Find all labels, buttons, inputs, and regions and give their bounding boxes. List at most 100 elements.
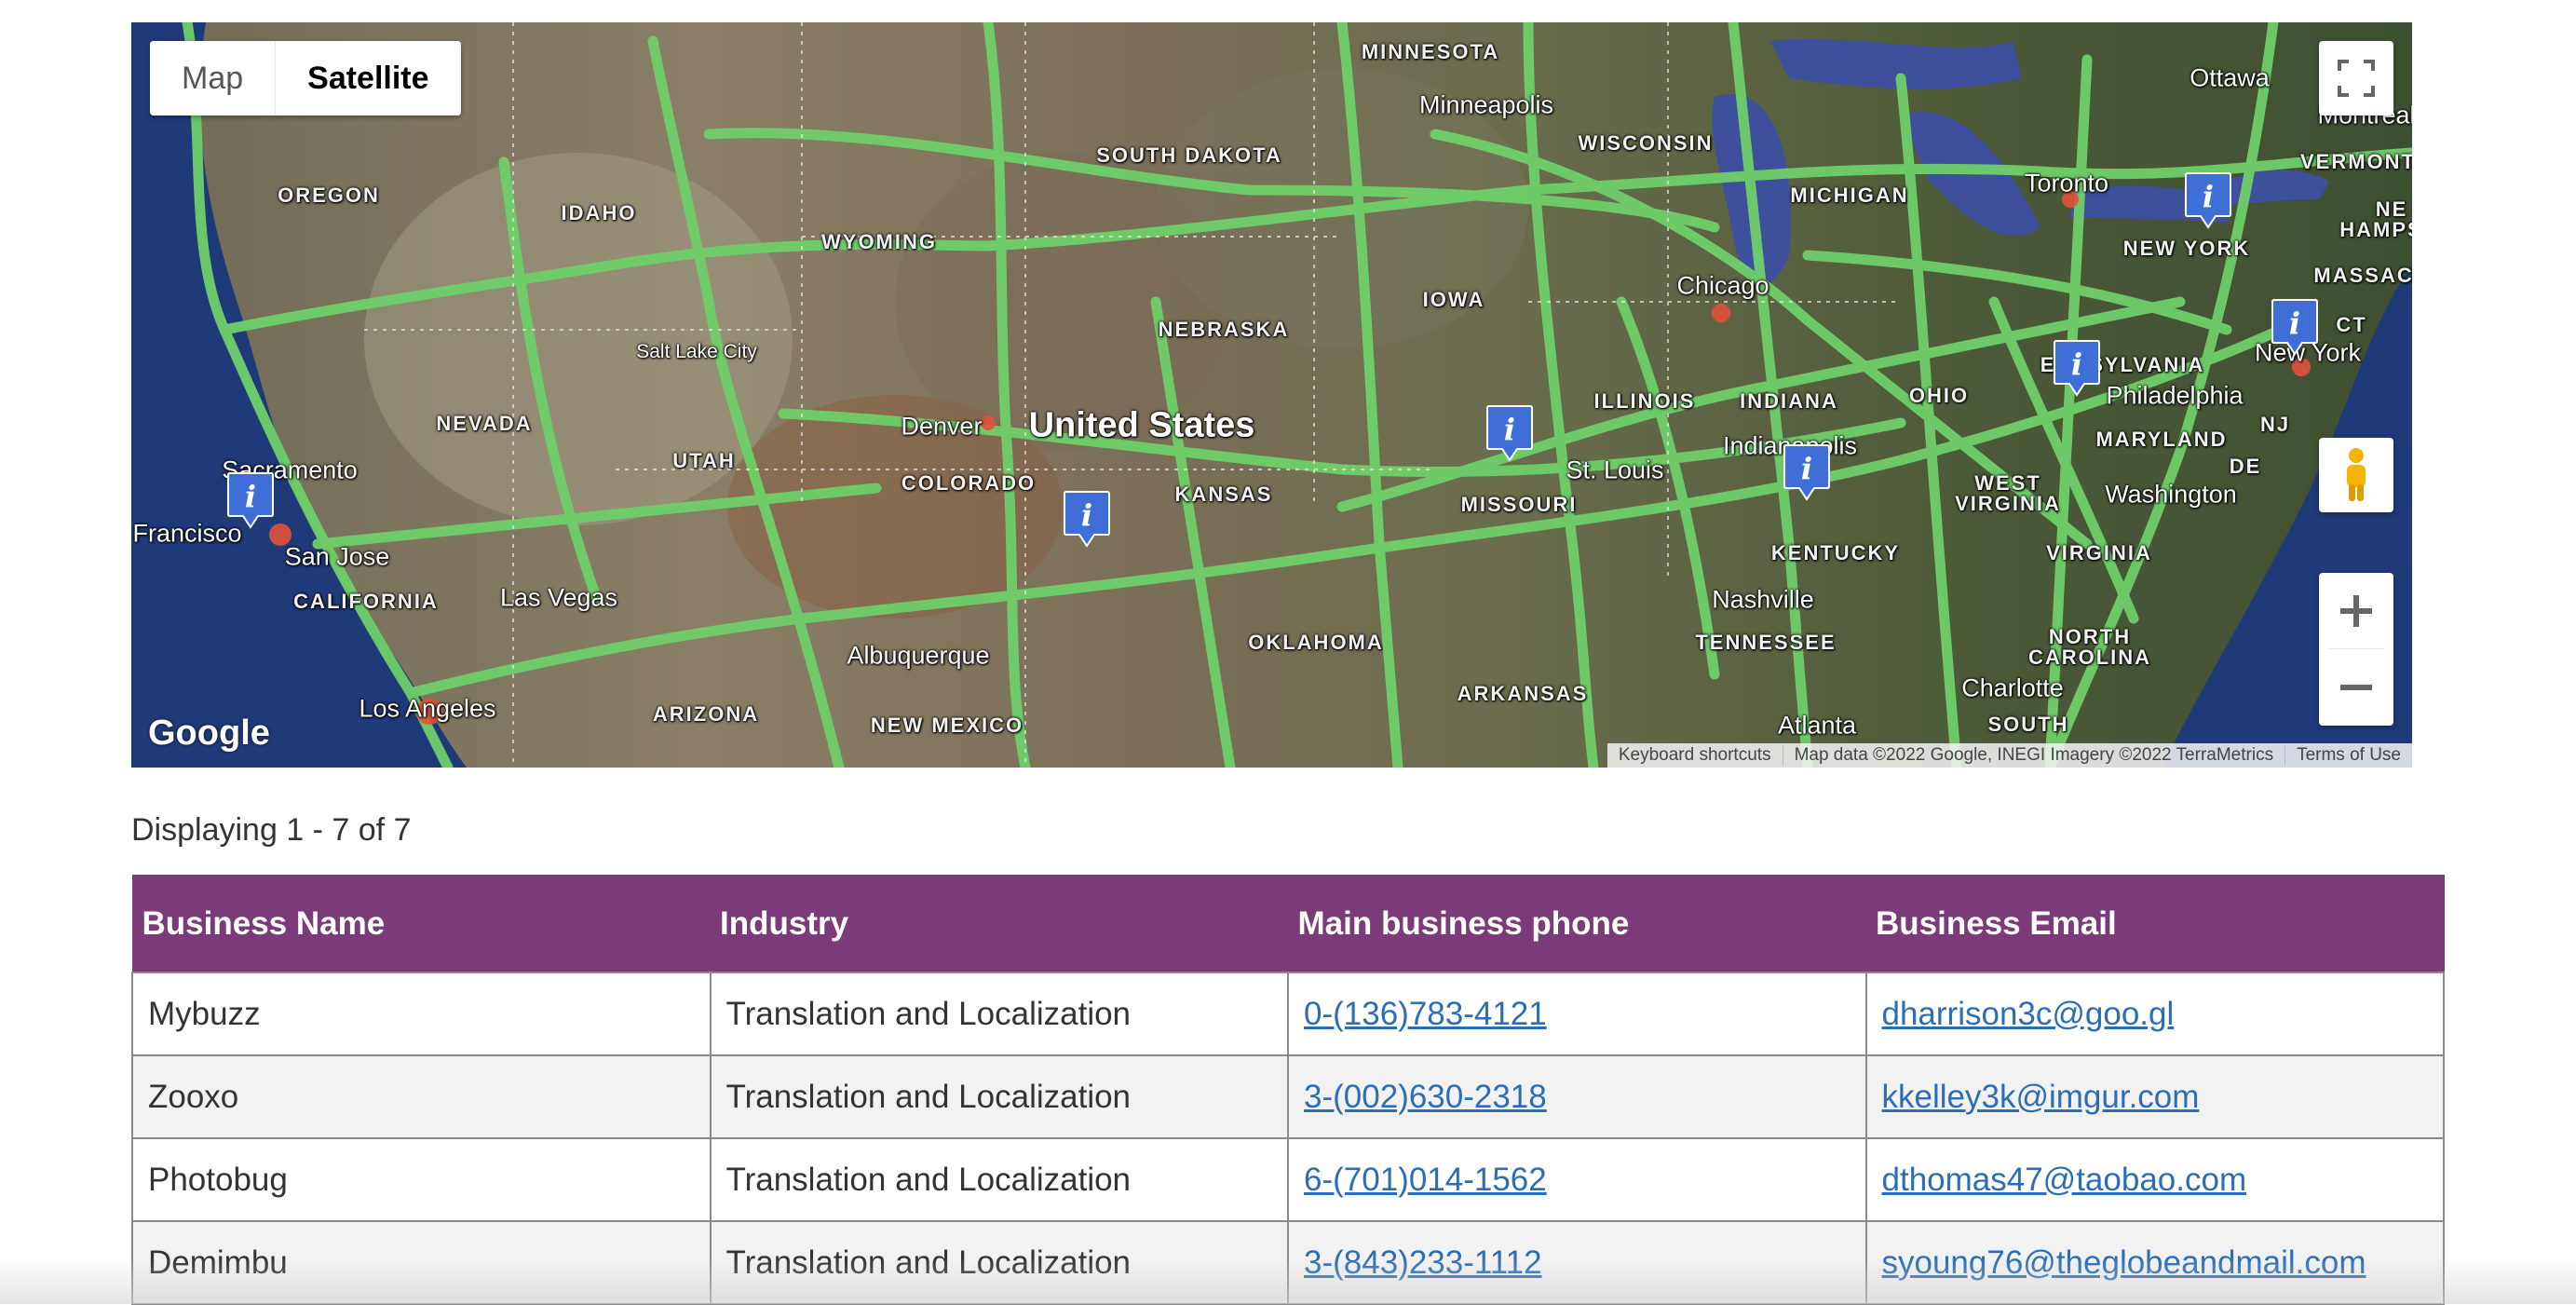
map-marker[interactable]: i [1485,404,1534,462]
phone-link[interactable]: 3-(843)233-1112 [1304,1244,1542,1281]
business-name-cell: Demimbu [131,1220,712,1305]
map-label-charlotte: Charlotte [1961,673,2064,702]
table-row: Mybuzz Translation and Localization 0-(1… [131,972,2445,1056]
map-label-philadelphia: Philadelphia [2106,381,2244,410]
map-label-arizona: ARIZONA [652,702,760,726]
map-label-colorado: COLORADO [901,471,1037,495]
results-count: Displaying 1 - 7 of 7 [131,812,412,848]
map-label-ohio: OHIO [1908,384,1970,407]
map-attribution: Keyboard shortcuts Map data ©2022 Google… [1607,743,2412,768]
terms-of-use-link[interactable]: Terms of Use [2285,745,2412,766]
table-row: Zooxo Translation and Localization 3-(00… [131,1054,2445,1139]
email-cell: syoung76@theglobeandmail.com [1864,1220,2445,1305]
map-label-michigan: MICHIGAN [1790,184,1909,207]
map-label-salt-lake-city: Salt Lake City [636,341,757,362]
phone-link[interactable]: 3-(002)630-2318 [1304,1079,1547,1115]
industry-cell: Translation and Localization [709,1054,1289,1139]
map-label-country: United States [1028,405,1255,445]
email-link[interactable]: dthomas47@taobao.com [1882,1162,2247,1198]
map-label-maryland: MARYLAND [2095,428,2228,451]
info-marker-icon: i [2185,172,2231,229]
map-label-st-louis: St. Louis [1566,455,1664,484]
map-type-control: Map Satellite [150,41,461,116]
email-link[interactable]: dharrison3c@goo.gl [1882,996,2175,1032]
svg-text:i: i [1081,497,1092,533]
phone-cell: 0-(136)783-4121 [1287,972,1867,1056]
map-label-oregon: OREGON [278,184,380,207]
svg-text:i: i [2289,306,2300,341]
svg-text:i: i [1504,412,1515,447]
map-marker[interactable]: i [1063,490,1111,548]
email-cell: dharrison3c@goo.gl [1864,972,2445,1056]
business-name-cell: Photobug [131,1137,712,1222]
map-label-atlanta: Atlanta [1777,711,1857,740]
map-label-arkansas: ARKANSAS [1457,682,1589,705]
map-label-massach: MASSACH [2313,264,2412,287]
map-label-kentucky: KENTUCKY [1770,541,1901,564]
keyboard-shortcuts-link[interactable]: Keyboard shortcuts [1607,745,1783,766]
zoom-out-button[interactable] [2319,649,2393,725]
map-label-nj: NJ [2259,413,2291,436]
map-label-hamps: HAMPS [2339,218,2412,241]
map-label-illinois: ILLINOIS [1593,389,1696,413]
map-label-south: SOUTH [1987,713,2069,736]
column-header-business-name[interactable]: Business Name [131,875,711,973]
zoom-in-button[interactable] [2319,573,2393,648]
map-label-las-vegas: Las Vegas [499,583,618,612]
info-marker-icon: i [1486,405,1533,462]
email-link[interactable]: syoung76@theglobeandmail.com [1882,1244,2366,1281]
email-cell: dthomas47@taobao.com [1864,1137,2445,1222]
column-header-industry[interactable]: Industry [710,875,1289,973]
table-row: Photobug Translation and Localization 6-… [131,1137,2445,1222]
map-label-idaho: IDAHO [561,201,637,224]
table-header-row: Business Name Industry Main business pho… [131,875,2445,973]
map-label-san-jose: San Jose [284,542,390,571]
fullscreen-button[interactable] [2319,41,2393,116]
column-header-phone[interactable]: Main business phone [1287,875,1866,973]
email-link[interactable]: kkelley3k@imgur.com [1882,1079,2200,1115]
map-label-virginia: VIRGINIA [2046,541,2152,564]
table-row: Demimbu Translation and Localization 3-(… [131,1220,2445,1305]
map-label-virginia-wv: VIRGINIA [1955,492,2061,515]
business-table: Business Name Industry Main business pho… [131,875,2445,1305]
map-label-carolina: CAROLINA [2027,646,2152,669]
map-marker[interactable]: i [2271,298,2319,356]
map-label-san-francisco: Francisco [132,519,242,548]
map-label-kansas: KANSAS [1174,483,1273,506]
map-marker[interactable]: i [1783,443,1831,501]
info-marker-icon: i [2054,340,2100,397]
plus-icon [2340,594,2372,627]
phone-link[interactable]: 0-(136)783-4121 [1304,996,1547,1032]
map-label-nebraska: NEBRASKA [1158,318,1290,341]
phone-link[interactable]: 6-(701)014-1562 [1304,1162,1547,1198]
map-type-satellite-button[interactable]: Satellite [275,41,461,116]
map-marker[interactable]: i [2053,339,2101,397]
column-header-email[interactable]: Business Email [1865,875,2445,973]
map-label-nashville: Nashville [1712,585,1814,614]
map-label-iowa: IOWA [1422,288,1485,311]
map-view[interactable]: MINNESOTA SOUTH DAKOTA OREGON IDAHO WYOM… [131,22,2412,768]
map-marker[interactable]: i [226,471,275,529]
map-label-de: DE [2229,455,2262,478]
map-type-map-button[interactable]: Map [150,41,276,116]
info-marker-icon: i [1064,491,1110,548]
map-label-ct: CT [2336,313,2367,336]
phone-cell: 3-(002)630-2318 [1287,1054,1867,1139]
map-label-indiana: INDIANA [1740,389,1838,413]
zoom-control [2319,573,2393,726]
map-label-nevada: NEVADA [436,412,533,435]
map-label-new-york-state: NEW YORK [2122,237,2251,260]
map-marker[interactable]: i [2184,171,2232,229]
minus-icon [2340,684,2372,690]
phone-cell: 6-(701)014-1562 [1287,1137,1867,1222]
street-view-pegman[interactable] [2319,438,2393,512]
map-label-minnesota: MINNESOTA [1361,40,1500,63]
map-label-los-angeles: Los Angeles [359,694,496,723]
map-label-vermont: VERMONT [2300,150,2412,173]
svg-text:i: i [2071,347,2082,382]
svg-text:i: i [245,479,256,514]
industry-cell: Translation and Localization [709,1220,1289,1305]
map-label-wyoming: WYOMING [821,230,937,253]
email-cell: kkelley3k@imgur.com [1864,1054,2445,1139]
map-label-denver: Denver [901,412,983,441]
